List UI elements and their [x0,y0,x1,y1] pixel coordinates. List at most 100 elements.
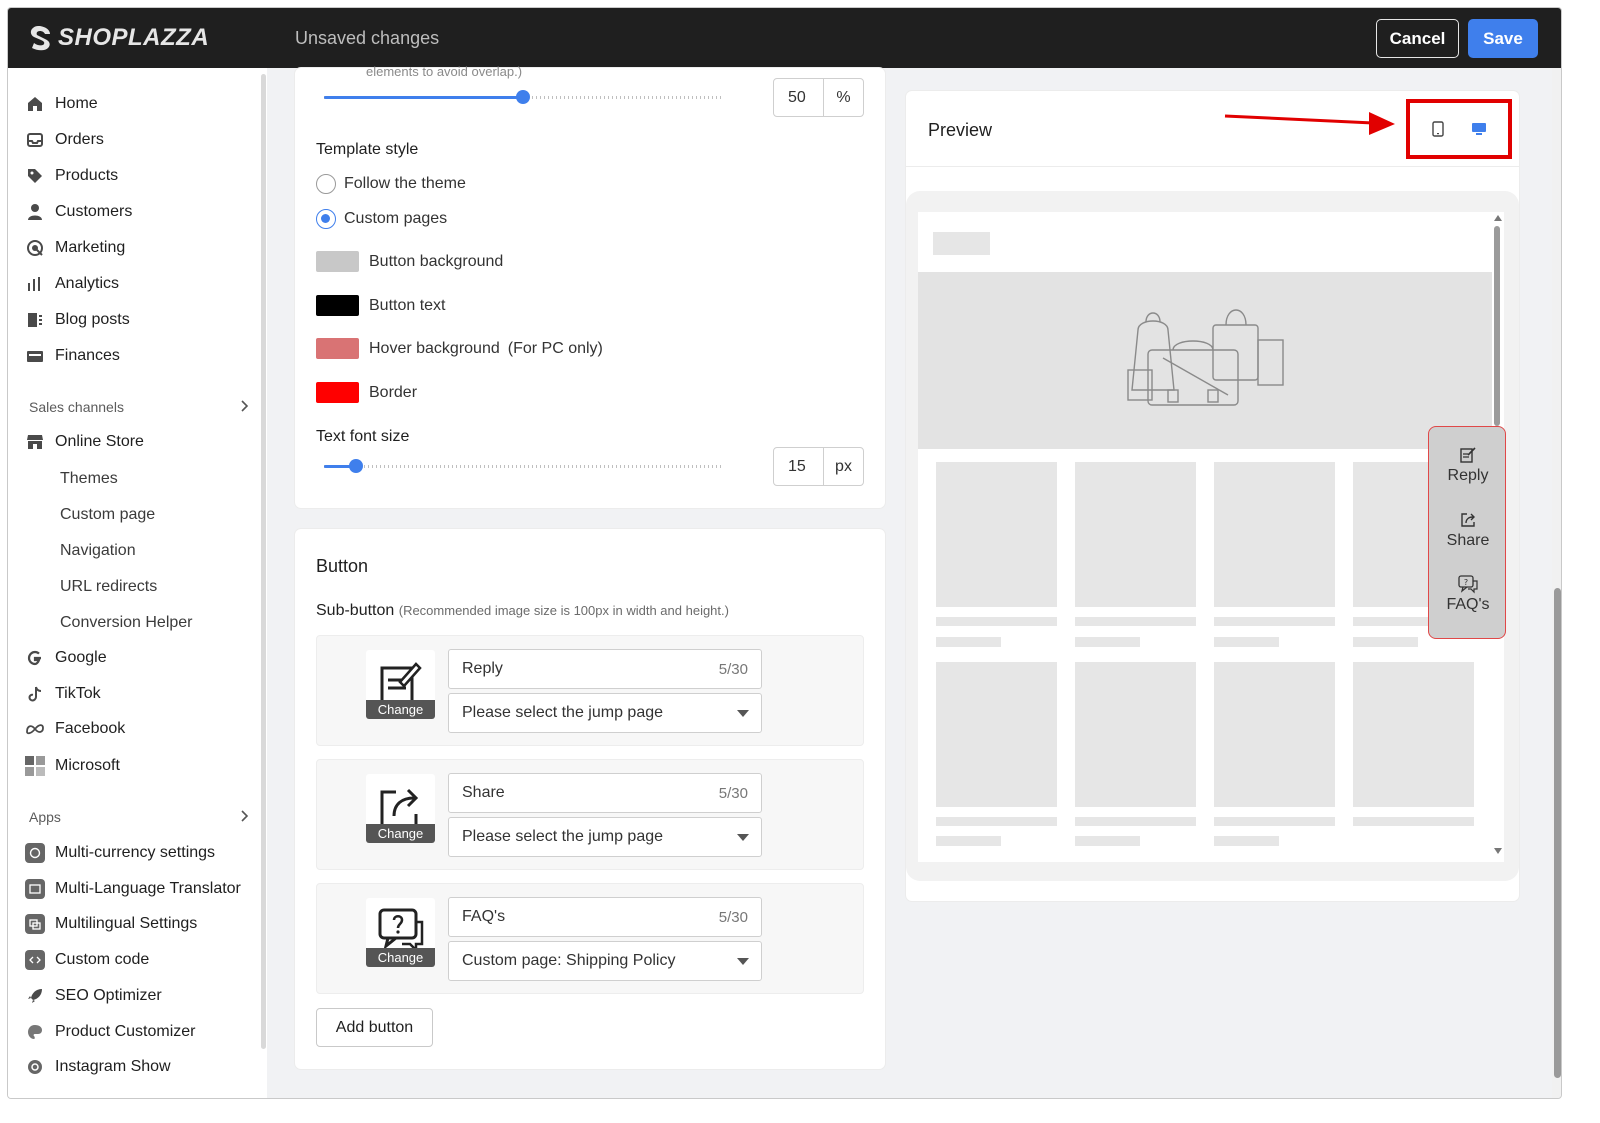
sidebar-item-marketing[interactable]: Marketing [25,234,125,262]
button-name-input[interactable]: Share 5/30 [448,773,762,813]
sidebar-item-finances[interactable]: Finances [25,342,120,370]
float-button-share[interactable]: Share [1429,510,1507,550]
jump-page-select[interactable]: Please select the jump page [448,817,762,857]
sidebar-item-label: Blog posts [55,311,130,328]
sidebar-app-custom-code[interactable]: Custom code [25,946,149,974]
color-swatch[interactable] [316,251,359,272]
float-button-reply[interactable]: Reply [1429,445,1507,485]
sidebar-item-label: Multi-Language Translator [55,880,241,897]
sidebar-item-google[interactable]: Google [25,644,107,672]
sidebar-item-microsoft[interactable]: Microsoft [25,752,120,780]
apps-header[interactable]: Apps [29,809,249,825]
translate-app-icon [25,879,45,899]
button-name-input[interactable]: Reply 5/30 [448,649,762,689]
sidebar-subitem-conversion-helper[interactable]: Conversion Helper [60,610,193,636]
chevron-down-icon [737,833,749,841]
google-icon [25,648,45,668]
sidebar-app-multi-language-translator[interactable]: Multi-Language Translator [25,875,241,903]
sidebar-item-analytics[interactable]: Analytics [25,270,119,298]
sidebar-scrollbar[interactable] [261,74,266,1049]
color-note: (For PC only) [507,339,603,357]
sidebar-subitem-themes[interactable]: Themes [60,466,118,492]
rocket-icon [25,986,45,1006]
float-button-faq[interactable]: ? FAQ's [1429,574,1507,614]
sidebar-item-customers[interactable]: Customers [25,198,132,226]
sidebar-item-label: SEO Optimizer [55,987,162,1004]
language-app-icon [25,914,45,934]
scroll-up-arrow-icon[interactable] [1493,214,1503,222]
jump-page-select[interactable]: Please select the jump page [448,693,762,733]
radio-follow-theme[interactable]: Follow the theme [316,174,466,194]
float-button-label: Reply [1447,467,1489,484]
save-button[interactable]: Save [1468,19,1538,58]
sidebar-item-facebook[interactable]: Facebook [25,715,125,743]
position-value: 50 [788,88,806,106]
color-swatch[interactable] [316,382,359,403]
placeholder-price [1353,637,1418,647]
position-input[interactable]: 50 % [773,78,864,117]
color-swatch[interactable] [316,295,359,316]
device-toggle-highlight [1406,99,1512,159]
sales-channels-header[interactable]: Sales channels [29,399,249,415]
tag-icon [25,166,45,186]
position-slider-handle[interactable] [516,90,530,104]
radio-button[interactable] [316,174,336,194]
color-row-button-background: Button background [316,251,503,272]
finance-icon [25,346,45,366]
main-scrollbar-thumb[interactable] [1554,588,1561,1078]
placeholder-text [1214,617,1335,626]
char-count: 5/30 [718,784,748,802]
jump-page-value: Custom page: Shipping Policy [462,952,676,969]
sidebar-subitem-navigation[interactable]: Navigation [60,538,136,564]
placeholder-price [936,836,1001,846]
sidebar-subitem-custom-page[interactable]: Custom page [60,502,155,528]
jump-page-select[interactable]: Custom page: Shipping Policy [448,941,762,981]
button-name-input[interactable]: FAQ's 5/30 [448,897,762,937]
desktop-icon[interactable] [1469,119,1489,139]
sub-button-image[interactable]: Change [366,898,435,967]
sidebar-item-online-store[interactable]: Online Store [25,428,144,456]
radio-label: Follow the theme [344,175,466,192]
preview-scrollbar[interactable] [1494,226,1500,426]
color-label: Button background [369,252,504,270]
sub-button-image[interactable]: Change [366,774,435,843]
bar-chart-icon [25,274,45,294]
sidebar-item-blog-posts[interactable]: Blog posts [25,306,130,334]
sidebar-item-label: Analytics [55,275,120,292]
sidebar-item-products[interactable]: Products [25,162,118,190]
radio-custom-pages[interactable]: Custom pages [316,209,447,229]
color-row-button-text: Button text [316,295,446,316]
color-swatch[interactable] [316,338,359,359]
change-image-button[interactable]: Change [366,824,435,843]
placeholder-product [1075,662,1196,807]
sidebar-app-instagram-show[interactable]: Instagram Show [25,1053,171,1081]
app-window: SHOPLAZZA Unsaved changes Cancel Save Ho… [7,7,1562,1099]
home-icon [25,94,45,114]
font-size-slider-handle[interactable] [349,459,363,473]
brand-logo[interactable]: SHOPLAZZA [28,24,209,52]
sidebar-item-home[interactable]: Home [25,90,98,118]
sidebar-app-seo-optimizer[interactable]: SEO Optimizer [25,982,162,1010]
sidebar-app-multilingual-settings[interactable]: Multilingual Settings [25,910,197,938]
add-button[interactable]: Add button [316,1008,433,1047]
sidebar-subitem-url-redirects[interactable]: URL redirects [60,574,157,600]
change-image-button[interactable]: Change [366,948,435,967]
change-image-button[interactable]: Change [366,700,435,719]
sidebar-app-multi-currency[interactable]: Multi-currency settings [25,839,215,867]
radio-button-selected[interactable] [316,209,336,229]
sub-button-image[interactable]: Change [366,650,435,719]
sidebar-item-label: TikTok [55,685,101,702]
sidebar-item-tiktok[interactable]: TikTok [25,680,101,708]
brand-name: SHOPLAZZA [58,24,210,51]
font-size-slider-track[interactable] [324,465,722,468]
meta-icon [25,719,45,739]
font-size-input[interactable]: 15 px [773,447,864,486]
sidebar-item-orders[interactable]: Orders [25,126,104,154]
instagram-icon [25,1057,45,1077]
cancel-button[interactable]: Cancel [1376,19,1459,58]
divider [906,166,1519,167]
scroll-down-arrow-icon[interactable] [1493,847,1503,855]
sidebar-app-product-customizer[interactable]: Product Customizer [25,1018,196,1046]
marketing-icon [25,238,45,258]
mobile-icon[interactable] [1428,119,1448,139]
